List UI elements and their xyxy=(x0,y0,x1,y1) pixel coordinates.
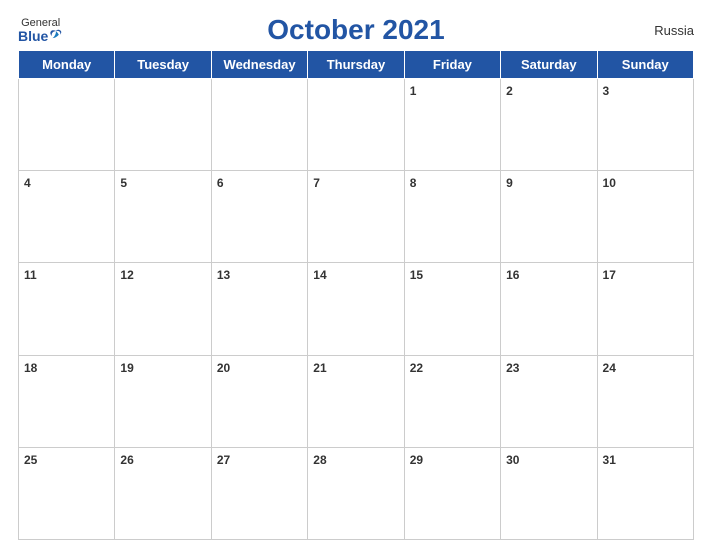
weekday-header: Friday xyxy=(404,51,500,79)
calendar-day-cell: 9 xyxy=(501,171,597,263)
weekday-header: Tuesday xyxy=(115,51,211,79)
day-number: 20 xyxy=(217,361,230,375)
day-number: 8 xyxy=(410,176,417,190)
day-number: 16 xyxy=(506,268,519,282)
day-number: 13 xyxy=(217,268,230,282)
day-number: 19 xyxy=(120,361,133,375)
weekday-header-row: MondayTuesdayWednesdayThursdayFridaySatu… xyxy=(19,51,694,79)
day-number: 18 xyxy=(24,361,37,375)
day-number: 12 xyxy=(120,268,133,282)
day-number: 31 xyxy=(603,453,616,467)
logo: General Blue xyxy=(18,18,63,43)
calendar-day-cell: 19 xyxy=(115,355,211,447)
day-number: 25 xyxy=(24,453,37,467)
calendar-day-cell: 7 xyxy=(308,171,404,263)
weekday-header: Saturday xyxy=(501,51,597,79)
calendar-day-cell: 30 xyxy=(501,447,597,539)
calendar-day-cell: 31 xyxy=(597,447,693,539)
calendar-day-cell: 1 xyxy=(404,79,500,171)
day-number: 15 xyxy=(410,268,423,282)
calendar-day-cell: 12 xyxy=(115,263,211,355)
calendar-week-row: 4 5 6 7 8 9 10 xyxy=(19,171,694,263)
day-number: 4 xyxy=(24,176,31,190)
calendar-day-cell: 3 xyxy=(597,79,693,171)
day-number: 26 xyxy=(120,453,133,467)
weekday-header: Thursday xyxy=(308,51,404,79)
weekday-header: Wednesday xyxy=(211,51,307,79)
calendar-week-row: 18 19 20 21 22 23 24 xyxy=(19,355,694,447)
day-number: 22 xyxy=(410,361,423,375)
day-number: 17 xyxy=(603,268,616,282)
calendar-day-cell xyxy=(115,79,211,171)
day-number: 2 xyxy=(506,84,513,98)
day-number: 29 xyxy=(410,453,423,467)
calendar-day-cell: 28 xyxy=(308,447,404,539)
weekday-header: Sunday xyxy=(597,51,693,79)
calendar-day-cell: 5 xyxy=(115,171,211,263)
day-number: 3 xyxy=(603,84,610,98)
calendar-header: General Blue October 2021 Russia xyxy=(18,14,694,46)
calendar-day-cell: 4 xyxy=(19,171,115,263)
calendar-day-cell: 20 xyxy=(211,355,307,447)
calendar-day-cell: 15 xyxy=(404,263,500,355)
month-title: October 2021 xyxy=(267,14,444,46)
day-number: 14 xyxy=(313,268,326,282)
day-number: 10 xyxy=(603,176,616,190)
day-number: 23 xyxy=(506,361,519,375)
calendar-day-cell: 24 xyxy=(597,355,693,447)
calendar-week-row: 1 2 3 xyxy=(19,79,694,171)
calendar-day-cell: 25 xyxy=(19,447,115,539)
day-number: 5 xyxy=(120,176,127,190)
calendar-week-row: 25 26 27 28 29 30 31 xyxy=(19,447,694,539)
day-number: 27 xyxy=(217,453,230,467)
calendar-day-cell: 13 xyxy=(211,263,307,355)
day-number: 6 xyxy=(217,176,224,190)
day-number: 7 xyxy=(313,176,320,190)
country-label: Russia xyxy=(654,23,694,38)
calendar-day-cell: 17 xyxy=(597,263,693,355)
day-number: 30 xyxy=(506,453,519,467)
calendar-day-cell: 6 xyxy=(211,171,307,263)
calendar-day-cell: 22 xyxy=(404,355,500,447)
calendar-day-cell: 8 xyxy=(404,171,500,263)
calendar-table: MondayTuesdayWednesdayThursdayFridaySatu… xyxy=(18,50,694,540)
day-number: 24 xyxy=(603,361,616,375)
calendar-day-cell xyxy=(19,79,115,171)
calendar-day-cell: 2 xyxy=(501,79,597,171)
day-number: 28 xyxy=(313,453,326,467)
calendar-day-cell: 11 xyxy=(19,263,115,355)
calendar-day-cell: 18 xyxy=(19,355,115,447)
calendar-day-cell xyxy=(308,79,404,171)
weekday-header: Monday xyxy=(19,51,115,79)
calendar-day-cell: 14 xyxy=(308,263,404,355)
calendar-day-cell: 27 xyxy=(211,447,307,539)
calendar-day-cell: 29 xyxy=(404,447,500,539)
day-number: 9 xyxy=(506,176,513,190)
calendar-day-cell: 16 xyxy=(501,263,597,355)
calendar-week-row: 11 12 13 14 15 16 17 xyxy=(19,263,694,355)
day-number: 11 xyxy=(24,268,37,282)
calendar-day-cell: 10 xyxy=(597,171,693,263)
logo-blue-text: Blue xyxy=(18,29,63,43)
logo-bird-icon xyxy=(49,29,63,43)
calendar-day-cell: 21 xyxy=(308,355,404,447)
day-number: 1 xyxy=(410,84,417,98)
calendar-day-cell: 23 xyxy=(501,355,597,447)
logo-general-text: General xyxy=(21,18,60,29)
calendar-day-cell xyxy=(211,79,307,171)
day-number: 21 xyxy=(313,361,326,375)
calendar-day-cell: 26 xyxy=(115,447,211,539)
